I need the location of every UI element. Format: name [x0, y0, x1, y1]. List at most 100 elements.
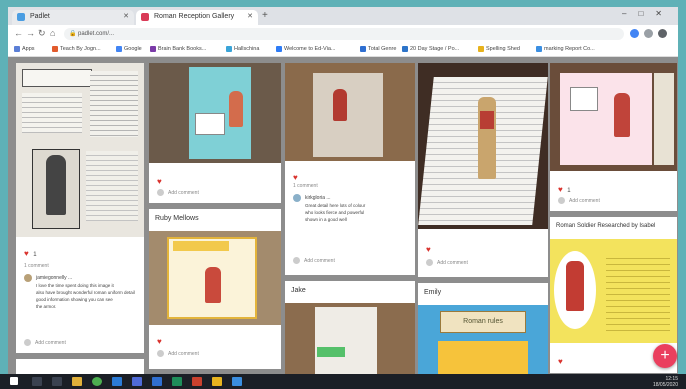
post-image[interactable]	[16, 63, 144, 237]
padlet-favicon-icon	[141, 13, 149, 21]
bookmark-item[interactable]: marking Report Co...	[536, 46, 595, 52]
profile-icon[interactable]	[644, 29, 653, 38]
post-card[interactable]: ♥ 1 Add comment	[550, 63, 677, 211]
tab-strip: Padlet ✕ Roman Reception Gallery ✕ + –□✕	[8, 7, 678, 25]
post-title: Ruby Mellows	[155, 215, 199, 222]
reload-icon[interactable]: ↻	[38, 28, 46, 39]
bookmark-item[interactable]: Total Genre	[360, 46, 396, 52]
post-image[interactable]	[149, 231, 281, 325]
window-controls[interactable]: –□✕	[622, 9, 674, 18]
mail-icon[interactable]	[212, 377, 222, 386]
post-card[interactable]: Emily Roman rules	[418, 283, 548, 374]
post-image[interactable]	[418, 63, 548, 229]
avatar	[558, 197, 565, 204]
edge-icon[interactable]	[112, 377, 122, 386]
add-comment[interactable]: Add comment	[168, 190, 199, 196]
comment-count: 1 comment	[24, 263, 49, 269]
extension-icon[interactable]	[630, 29, 639, 38]
close-icon[interactable]: ✕	[123, 12, 129, 20]
chrome-icon[interactable]	[92, 377, 102, 386]
google-icon	[116, 46, 122, 52]
bookmark-item[interactable]: Hallschina	[226, 46, 259, 52]
padlet-board: ♥ 1 1 comment jamiegonnelly ... I love t…	[8, 57, 678, 374]
bookmark-item[interactable]: 20 Day Stage / Po...	[402, 46, 459, 52]
comment-text: good information showing you can see	[36, 297, 113, 302]
post-image[interactable]	[149, 63, 281, 163]
close-icon[interactable]: ✕	[247, 12, 253, 20]
add-comment[interactable]: Add comment	[35, 340, 66, 346]
bookmark-icon	[52, 46, 58, 52]
heart-icon[interactable]: ♥	[293, 173, 298, 182]
browser-window: Padlet ✕ Roman Reception Gallery ✕ + –□✕…	[8, 7, 678, 374]
post-title: Jake	[291, 287, 306, 294]
task-view-icon[interactable]	[52, 377, 62, 386]
post-image[interactable]: Roman rules	[418, 305, 548, 374]
avatar	[157, 350, 164, 357]
plus-icon[interactable]: +	[262, 10, 268, 21]
powerpoint-icon[interactable]	[192, 377, 202, 386]
add-comment[interactable]: Add comment	[437, 260, 468, 266]
post-image[interactable]	[285, 303, 415, 374]
heart-icon[interactable]: ♥	[426, 245, 431, 254]
add-comment[interactable]: Add comment	[168, 351, 199, 357]
padlet-favicon-icon	[17, 13, 25, 21]
add-comment[interactable]: Add comment	[569, 198, 600, 204]
post-image[interactable]	[550, 63, 677, 171]
bookmark-icon	[360, 46, 366, 52]
home-icon[interactable]: ⌂	[50, 28, 55, 38]
file-explorer-icon[interactable]	[72, 377, 82, 386]
tab-padlet[interactable]: Padlet ✕	[12, 10, 134, 25]
avatar	[157, 189, 164, 196]
back-icon[interactable]: ←	[14, 28, 23, 38]
word-icon[interactable]	[152, 377, 162, 386]
windows-start-icon[interactable]	[10, 377, 18, 385]
bookmark-icon	[402, 46, 408, 52]
bookmarks-bar: Apps Teach By Jogn... Google Brain Bank …	[8, 43, 678, 57]
post-title: Roman Soldier Researched by Isabel	[556, 223, 656, 229]
forward-icon[interactable]: →	[26, 28, 35, 38]
apps-icon	[14, 46, 20, 52]
bookmark-icon	[478, 46, 484, 52]
bookmark-item[interactable]: Teach By Jogn...	[52, 46, 101, 52]
heart-icon[interactable]: ♥	[24, 249, 29, 258]
heart-icon[interactable]: ♥	[157, 177, 162, 186]
post-image[interactable]	[550, 239, 677, 343]
menu-icon[interactable]	[658, 29, 667, 38]
system-tray-clock[interactable]: 12:15 18/05/2020	[653, 376, 678, 388]
post-card[interactable]	[16, 359, 144, 374]
avatar	[426, 259, 433, 266]
post-card[interactable]: ♥ 1 1 comment jamiegonnelly ... I love t…	[16, 63, 144, 353]
bookmark-item[interactable]: Google	[116, 46, 142, 52]
bookmark-item[interactable]: Brain Bank Books...	[150, 46, 206, 52]
post-card[interactable]: ♥ 1 comment kirkgloria ... Great detail …	[285, 63, 415, 275]
search-icon[interactable]	[32, 377, 42, 386]
excel-icon[interactable]	[172, 377, 182, 386]
address-bar[interactable]: 🔒 padlet.com/...	[64, 28, 624, 40]
post-card[interactable]: ♥ Add comment	[418, 63, 548, 277]
post-card[interactable]: Jake	[285, 281, 415, 374]
add-post-button[interactable]: +	[653, 344, 677, 368]
tab-label: Padlet	[30, 13, 50, 20]
post-card[interactable]: ♥ Add comment	[149, 63, 281, 203]
teams-icon[interactable]	[132, 377, 142, 386]
bookmark-item[interactable]: Apps	[14, 46, 35, 52]
heart-icon[interactable]: ♥	[558, 185, 563, 194]
comment-text: also have brought wonderful roman unifor…	[36, 290, 135, 295]
avatar	[24, 274, 32, 282]
avatar	[24, 339, 31, 346]
post-image[interactable]	[285, 63, 415, 161]
url-text: padlet.com/...	[78, 31, 115, 37]
post-card[interactable]: Ruby Mellows ♥ Add comment	[149, 209, 281, 369]
outlook-icon[interactable]	[232, 377, 242, 386]
bookmark-item[interactable]: Welcome to Ed-Via...	[276, 46, 335, 52]
heart-icon[interactable]: ♥	[558, 357, 563, 366]
tab-label: Roman Reception Gallery	[154, 13, 235, 20]
heart-icon[interactable]: ♥	[157, 337, 162, 346]
bookmark-item[interactable]: Spelling Shed	[478, 46, 520, 52]
comment-text: I love the time spent doing this image i…	[36, 283, 114, 288]
bookmark-icon	[536, 46, 542, 52]
add-comment[interactable]: Add comment	[304, 258, 335, 264]
tab-roman-gallery[interactable]: Roman Reception Gallery ✕	[136, 10, 258, 25]
bookmark-icon	[150, 46, 156, 52]
windows-taskbar: 12:15 18/05/2020	[0, 374, 686, 389]
